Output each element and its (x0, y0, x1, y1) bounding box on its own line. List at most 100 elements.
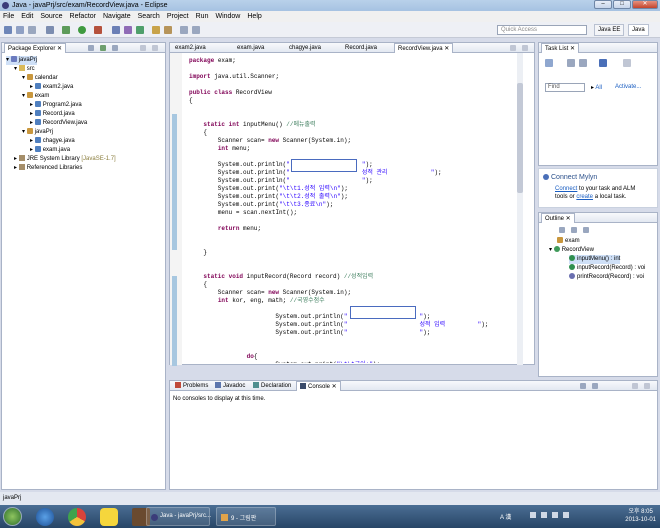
maximize-editor-icon[interactable] (522, 45, 528, 51)
print-icon[interactable] (28, 26, 36, 34)
tree-item-record-java[interactable]: ▸ Record.java (30, 110, 75, 119)
minimize-button[interactable]: – (594, 0, 612, 9)
maximize-console-icon[interactable] (644, 383, 650, 389)
tree-item-exam2-java[interactable]: ▸ exam2.java (30, 83, 73, 92)
search-icon[interactable] (164, 26, 172, 34)
maximize-view-icon[interactable] (152, 45, 158, 51)
tree-item-chagye-java[interactable]: ▸ chagye.java (30, 137, 75, 146)
menu-source[interactable]: Source (40, 13, 62, 20)
tree-item-javaprj-package[interactable]: ▾ javaPrj (22, 128, 53, 137)
link-editor-icon[interactable] (100, 45, 106, 51)
start-button[interactable] (3, 507, 22, 526)
minimize-console-icon[interactable] (632, 383, 638, 389)
tray-icon[interactable] (530, 512, 536, 518)
tree-item-referenced-libraries[interactable]: ▸ Referenced Libraries (14, 164, 82, 173)
info-icon (543, 174, 549, 180)
perspective-java[interactable]: Java (628, 24, 649, 36)
tab-record-java[interactable]: Record.java (342, 43, 380, 53)
network-icon[interactable] (552, 512, 558, 518)
categorized-icon[interactable] (567, 59, 575, 67)
tab-problems[interactable]: Problems (172, 381, 211, 391)
menu-project[interactable]: Project (167, 13, 189, 20)
tree-item-jre-library[interactable]: ▸ JRE System Library [JavaSE-1.7] (14, 155, 116, 164)
menu-navigate[interactable]: Navigate (103, 13, 131, 20)
tab-console[interactable]: Console ✕ (296, 381, 341, 391)
tree-item-program2-java[interactable]: ▸ Program2.java (30, 101, 82, 110)
menu-edit[interactable]: Edit (21, 13, 33, 20)
outline-item-printrecord[interactable]: printRecord(Record) : voi (569, 273, 644, 282)
outline-panel: Outline ✕ exam ▾ RecordView inputMenu() … (538, 212, 658, 377)
open-console-icon[interactable] (592, 383, 598, 389)
menu-help[interactable]: Help (247, 13, 261, 20)
minimize-editor-icon[interactable] (510, 45, 516, 51)
menu-refactor[interactable]: Refactor (70, 13, 96, 20)
outline-item-inputmenu[interactable]: inputMenu() : int (569, 255, 621, 264)
code-line: System.out.println(" 성적 입력 "); (189, 321, 489, 328)
taskbar-eclipse[interactable]: Java - javaPrj/src... (146, 507, 211, 526)
outline-item-exam[interactable]: exam (557, 237, 580, 246)
save-icon[interactable] (16, 26, 24, 34)
ie-icon[interactable] (36, 508, 54, 526)
toggle-icon[interactable] (46, 26, 54, 34)
editor-scrollbar-thumb[interactable] (517, 83, 523, 193)
focus-icon[interactable] (599, 59, 607, 67)
tab-outline[interactable]: Outline ✕ (541, 213, 575, 223)
new-class-icon[interactable] (136, 26, 144, 34)
forward-icon[interactable] (192, 26, 200, 34)
chrome-icon[interactable] (68, 508, 86, 526)
external-tools-icon[interactable] (94, 26, 102, 34)
quick-access-input[interactable]: Quick Access (497, 25, 587, 35)
hide-static-icon[interactable] (583, 227, 589, 233)
find-input[interactable]: Find (545, 83, 585, 92)
menu-search[interactable]: Search (138, 13, 160, 20)
collapse-all-icon[interactable] (88, 45, 94, 51)
tab-package-explorer[interactable]: Package Explorer ✕ (4, 43, 67, 53)
new-task-icon[interactable] (545, 59, 553, 67)
outline-item-recordview[interactable]: ▾ RecordView (549, 246, 594, 255)
tree-item-calendar[interactable]: ▾ calendar (22, 74, 58, 83)
display-console-icon[interactable] (580, 383, 586, 389)
tray-icon[interactable] (541, 512, 547, 518)
close-button[interactable]: ✕ (632, 0, 658, 9)
tree-item-exam[interactable]: ▾ exam (22, 92, 49, 101)
create-link[interactable]: create (576, 194, 593, 200)
menu-window[interactable]: Window (215, 13, 240, 20)
new-icon[interactable] (4, 26, 12, 34)
debug-icon[interactable] (62, 26, 70, 34)
tab-exam2-java[interactable]: exam2.java (172, 43, 209, 53)
collapse-icon[interactable] (623, 59, 631, 67)
clock[interactable]: 오후 8:05 2013-10-01 (625, 508, 656, 524)
tab-chagye-java[interactable]: chagye.java (286, 43, 324, 53)
kakaotalk-icon[interactable] (100, 508, 118, 526)
tab-task-list[interactable]: Task List ✕ (541, 43, 580, 53)
tab-javadoc[interactable]: Javadoc (212, 381, 248, 391)
maximize-button[interactable]: □ (613, 0, 631, 9)
minimize-view-icon[interactable] (140, 45, 146, 51)
view-menu-icon[interactable] (112, 45, 118, 51)
ime-indicator[interactable]: A 漢 (500, 512, 511, 521)
taskbar-paint[interactable]: 9 - 그림판 (216, 507, 276, 526)
new-java-project-icon[interactable] (112, 26, 120, 34)
tree-item-src[interactable]: ▾ src (14, 65, 35, 74)
open-type-icon[interactable] (152, 26, 160, 34)
sort-icon[interactable] (559, 227, 565, 233)
tree-item-recordview-java[interactable]: ▸ RecordView.java (30, 119, 87, 128)
hide-fields-icon[interactable] (571, 227, 577, 233)
back-icon[interactable] (180, 26, 188, 34)
tree-item-javaprj[interactable]: ▾ javaPrj (6, 56, 38, 65)
connect-link[interactable]: Connect (555, 186, 577, 192)
volume-icon[interactable] (563, 512, 569, 518)
menu-run[interactable]: Run (196, 13, 209, 20)
perspective-java-ee[interactable]: Java EE (594, 24, 625, 36)
scheduled-icon[interactable] (579, 59, 587, 67)
new-package-icon[interactable] (124, 26, 132, 34)
tab-declaration[interactable]: Declaration (250, 381, 294, 391)
tab-recordview-java[interactable]: RecordView.java ✕ (394, 43, 454, 53)
tab-exam-java[interactable]: exam.java (234, 43, 267, 53)
run-icon[interactable] (78, 26, 86, 34)
all-categories-link[interactable]: ▸ All (591, 84, 602, 91)
tree-item-exam-java[interactable]: ▸ exam.java (30, 146, 70, 155)
outline-item-inputrecord[interactable]: inputRecord(Record) : voi (569, 264, 645, 273)
activate-link[interactable]: Activate... (615, 84, 641, 90)
menu-file[interactable]: File (3, 13, 14, 20)
